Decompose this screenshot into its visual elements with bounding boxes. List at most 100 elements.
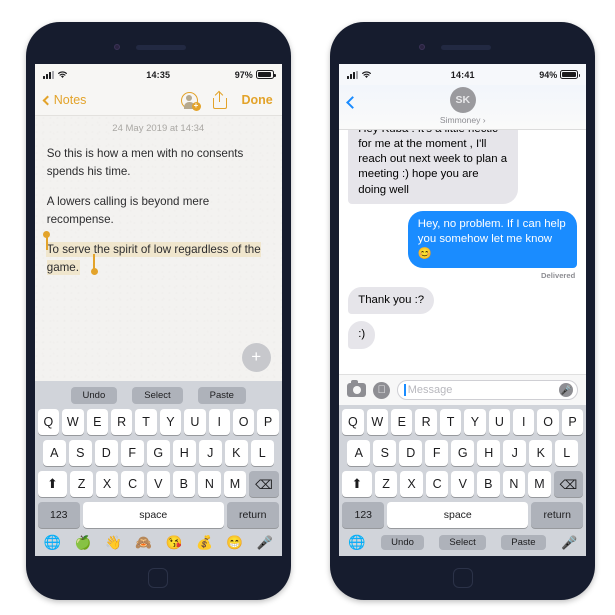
key-t[interactable]: T [135, 409, 157, 435]
key-k[interactable]: K [224, 440, 248, 466]
note-content-area[interactable]: 24 May 2019 at 14:34 So this is how a me… [35, 116, 282, 381]
space-key-left[interactable]: space [82, 502, 224, 528]
select-button-left[interactable]: Select [132, 387, 183, 404]
app-store-icon[interactable]:  [373, 381, 391, 399]
back-to-notes-button[interactable]: Notes [42, 93, 86, 107]
share-icon[interactable] [212, 90, 227, 109]
key-k[interactable]: K [529, 440, 553, 466]
return-key-right[interactable]: return [531, 502, 584, 528]
key-g[interactable]: G [146, 440, 170, 466]
message-thread[interactable]: Hey Kuba ! It's a little hectic for me a… [339, 130, 586, 374]
microphone-icon-right[interactable]: 🎤 [561, 535, 577, 551]
see-no-evil-monkey-emoji[interactable]: 🙈 [135, 536, 152, 550]
key-e[interactable]: E [86, 409, 108, 435]
backspace-key-right[interactable]: ⌫ [553, 471, 584, 497]
message-bubble[interactable]: Hey Kuba ! It's a little hectic for me a… [348, 130, 518, 204]
key-v[interactable]: V [451, 471, 475, 497]
camera-icon[interactable] [347, 380, 367, 397]
numbers-key-right[interactable]: 123 [342, 502, 385, 528]
select-button-right[interactable]: Select [439, 535, 486, 550]
microphone-icon[interactable]: 🎤 [559, 383, 574, 397]
key-l[interactable]: L [250, 440, 274, 466]
key-z[interactable]: Z [70, 471, 93, 497]
key-q[interactable]: Q [342, 409, 364, 435]
key-g[interactable]: G [451, 440, 475, 466]
key-j[interactable]: J [503, 440, 527, 466]
key-h[interactable]: H [477, 440, 501, 466]
key-s[interactable]: S [68, 440, 92, 466]
key-l[interactable]: L [555, 440, 579, 466]
key-y[interactable]: Y [464, 409, 486, 435]
numbers-key-left[interactable]: 123 [37, 502, 80, 528]
key-p[interactable]: P [561, 409, 584, 435]
key-x[interactable]: X [95, 471, 119, 497]
add-attachment-button[interactable]: + [241, 343, 271, 372]
key-c[interactable]: C [425, 471, 449, 497]
message-input[interactable]: Message 🎤 [397, 380, 579, 400]
key-s[interactable]: S [373, 440, 397, 466]
key-o[interactable]: O [232, 409, 255, 435]
home-button-left[interactable] [148, 568, 169, 588]
undo-button-left[interactable]: Undo [70, 387, 118, 404]
kissing-heart-emoji[interactable]: 😘 [166, 536, 183, 550]
key-o[interactable]: O [537, 409, 559, 435]
globe-icon-right[interactable]: 🌐 [348, 534, 365, 551]
key-q[interactable]: Q [37, 409, 60, 435]
key-f[interactable]: F [425, 440, 449, 466]
microphone-icon-left[interactable]: 🎤 [257, 535, 273, 551]
message-bubble[interactable]: :) [348, 321, 376, 349]
key-y[interactable]: Y [159, 409, 182, 435]
message-bubble[interactable]: Thank you :? [348, 287, 435, 315]
key-e[interactable]: E [391, 409, 413, 435]
globe-icon[interactable]: 🌐 [44, 534, 61, 551]
paste-button-right[interactable]: Paste [501, 535, 546, 550]
key-d[interactable]: D [399, 440, 423, 466]
home-button-right[interactable] [452, 568, 473, 588]
key-j[interactable]: J [198, 440, 222, 466]
key-r[interactable]: R [110, 409, 133, 435]
selection-handle-start[interactable] [43, 231, 51, 251]
space-key-right[interactable]: space [387, 502, 529, 528]
paste-button-left[interactable]: Paste [197, 387, 246, 404]
key-n[interactable]: N [198, 471, 221, 497]
key-r[interactable]: R [415, 409, 437, 435]
key-c[interactable]: C [121, 471, 144, 497]
note-timestamp: 24 May 2019 at 14:34 [112, 123, 205, 134]
key-m[interactable]: M [223, 471, 247, 497]
key-z[interactable]: Z [374, 471, 398, 497]
key-a[interactable]: A [347, 440, 371, 466]
waving-hand-emoji[interactable]: 👋 [105, 536, 122, 550]
key-v[interactable]: V [146, 471, 170, 497]
contact-header[interactable]: SK Simmoney › [339, 87, 586, 125]
key-u[interactable]: U [184, 409, 206, 435]
key-p[interactable]: P [257, 409, 279, 435]
backspace-key-left[interactable]: ⌫ [249, 471, 279, 497]
selection-handle-end[interactable] [90, 254, 98, 276]
money-bag-emoji[interactable]: 💰 [196, 536, 213, 550]
message-bubble[interactable]: Hey, no problem. If I can help you someh… [407, 210, 578, 269]
key-h[interactable]: H [172, 440, 196, 466]
key-b[interactable]: B [172, 471, 196, 497]
key-n[interactable]: N [502, 471, 526, 497]
key-i[interactable]: I [513, 409, 535, 435]
key-m[interactable]: M [528, 471, 551, 497]
key-a[interactable]: A [42, 440, 66, 466]
key-d[interactable]: D [94, 440, 118, 466]
key-i[interactable]: I [208, 409, 230, 435]
key-t[interactable]: T [439, 409, 462, 435]
done-button[interactable]: Done [242, 93, 273, 107]
key-w[interactable]: W [366, 409, 389, 435]
key-b[interactable]: B [477, 471, 500, 497]
undo-button-right[interactable]: Undo [381, 535, 424, 550]
apple-emoji[interactable]: 🍏 [75, 536, 92, 550]
shift-key-right[interactable]: ⬆ [342, 471, 372, 497]
add-person-icon[interactable]: + [180, 91, 201, 111]
note-selected-paragraph[interactable]: To serve the spirit of low regardless of… [43, 231, 270, 276]
key-u[interactable]: U [488, 409, 511, 435]
key-f[interactable]: F [120, 440, 144, 466]
grinning-face-emoji[interactable]: 😁 [226, 536, 243, 550]
shift-key-left[interactable]: ⬆ [37, 471, 68, 497]
key-x[interactable]: X [400, 471, 423, 497]
return-key-left[interactable]: return [226, 502, 279, 528]
key-w[interactable]: W [62, 409, 84, 435]
